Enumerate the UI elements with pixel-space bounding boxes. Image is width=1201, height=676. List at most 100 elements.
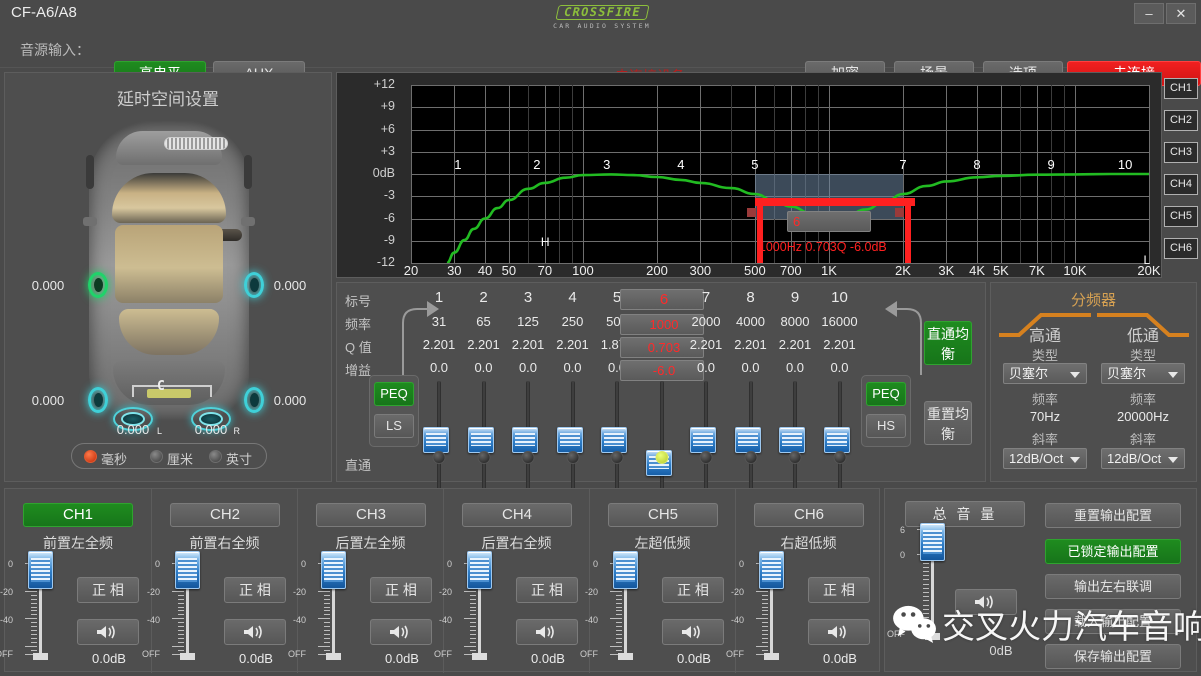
eq-band-marker-4[interactable]: 4 xyxy=(677,157,684,172)
peq-q-4[interactable]: 2.201 xyxy=(550,337,596,352)
peq-freq-1[interactable]: 31 xyxy=(416,314,462,329)
highpass-slope-select[interactable]: 12dB/Oct xyxy=(1003,448,1087,469)
peq-gain-3[interactable]: 0.0 xyxy=(505,360,551,375)
eq-selection-right-handle-bar[interactable] xyxy=(905,198,911,263)
peq-q-3[interactable]: 2.201 xyxy=(505,337,551,352)
peq-bypass-dot-3[interactable] xyxy=(522,451,535,464)
channel-phase-button-ch1[interactable]: 正 相 xyxy=(77,577,139,603)
peq-bypass-dot-1[interactable] xyxy=(433,451,446,464)
peq-gain-9[interactable]: 0.0 xyxy=(772,360,818,375)
channel-select-ch3[interactable]: CH3 xyxy=(316,503,426,527)
eq-channel-tab-ch4[interactable]: CH4 xyxy=(1164,174,1198,195)
peq-q-8[interactable]: 2.201 xyxy=(728,337,774,352)
channel-select-ch6[interactable]: CH6 xyxy=(754,503,864,527)
peq-slider-knob[interactable] xyxy=(468,427,494,453)
peq-left-type-peq-button[interactable]: PEQ xyxy=(374,382,414,406)
channel-phase-button-ch5[interactable]: 正 相 xyxy=(662,577,724,603)
peq-freq-7[interactable]: 2000 xyxy=(683,314,729,329)
peq-slider-knob[interactable] xyxy=(512,427,538,453)
reset-eq-button[interactable]: 重置均衡 xyxy=(924,401,972,445)
channel-gain-knob[interactable] xyxy=(759,551,784,589)
eq-band-marker-3[interactable]: 3 xyxy=(603,157,610,172)
peq-bypass-dot-2[interactable] xyxy=(477,451,490,464)
peq-slider-knob[interactable] xyxy=(824,427,850,453)
peq-slider-knob[interactable] xyxy=(423,427,449,453)
peq-slider-knob[interactable] xyxy=(690,427,716,453)
channel-select-ch1[interactable]: CH1 xyxy=(23,503,133,527)
peq-bypass-dot-5[interactable] xyxy=(611,451,624,464)
peq-gain-2[interactable]: 0.0 xyxy=(461,360,507,375)
peq-gain-8[interactable]: 0.0 xyxy=(728,360,774,375)
eq-band-marker-2[interactable]: 2 xyxy=(533,157,540,172)
peq-bypass-dot-8[interactable] xyxy=(744,451,757,464)
peq-q-9[interactable]: 2.201 xyxy=(772,337,818,352)
peq-gain-7[interactable]: 0.0 xyxy=(683,360,729,375)
channel-select-ch4[interactable]: CH4 xyxy=(462,503,572,527)
channel-mute-button-ch6[interactable] xyxy=(808,619,870,645)
channel-mute-button-ch3[interactable] xyxy=(370,619,432,645)
highpass-freq-value[interactable]: 70Hz xyxy=(997,409,1093,424)
master-volume-knob[interactable] xyxy=(920,523,945,561)
peq-bypass-dot-10[interactable] xyxy=(833,451,846,464)
peq-index-9[interactable]: 9 xyxy=(772,289,818,306)
channel-phase-button-ch6[interactable]: 正 相 xyxy=(808,577,870,603)
peq-index-8[interactable]: 8 xyxy=(728,289,774,306)
channel-select-ch2[interactable]: CH2 xyxy=(170,503,280,527)
peq-left-type-ls-button[interactable]: LS xyxy=(374,414,414,438)
eq-band-marker-7[interactable]: 7 xyxy=(899,157,906,172)
unit-label-cm[interactable]: 厘米 xyxy=(167,449,193,468)
peq-index-4[interactable]: 4 xyxy=(550,289,596,306)
delay-front-left-value[interactable]: 0.000 xyxy=(21,278,75,293)
eq-channel-tab-ch3[interactable]: CH3 xyxy=(1164,142,1198,163)
channel-gain-knob[interactable] xyxy=(321,551,346,589)
peq-freq-8[interactable]: 4000 xyxy=(728,314,774,329)
channel-gain-knob[interactable] xyxy=(613,551,638,589)
channel-phase-button-ch4[interactable]: 正 相 xyxy=(516,577,578,603)
save-output-config-button[interactable]: 保存输出配置 xyxy=(1045,644,1181,669)
peq-q-1[interactable]: 2.201 xyxy=(416,337,462,352)
peq-slider-knob[interactable] xyxy=(735,427,761,453)
channel-gain-knob[interactable] xyxy=(28,551,53,589)
channel-gain-knob[interactable] xyxy=(175,551,200,589)
eq-band-marker-8[interactable]: 8 xyxy=(973,157,980,172)
highpass-type-select[interactable]: 贝塞尔 xyxy=(1003,363,1087,384)
eq-selection-horizontal-bar[interactable] xyxy=(755,198,915,206)
eq-channel-tab-ch6[interactable]: CH6 xyxy=(1164,238,1198,259)
peq-slider-knob[interactable] xyxy=(601,427,627,453)
channel-mute-button-ch1[interactable] xyxy=(77,619,139,645)
speaker-rear-left-icon[interactable] xyxy=(85,385,111,415)
peq-bypass-dot-4[interactable] xyxy=(566,451,579,464)
peq-right-type-hs-button[interactable]: HS xyxy=(866,414,906,438)
channel-gain-knob[interactable] xyxy=(467,551,492,589)
channel-phase-button-ch2[interactable]: 正 相 xyxy=(224,577,286,603)
unit-label-ms[interactable]: 毫秒 xyxy=(101,449,127,468)
peq-freq-9[interactable]: 8000 xyxy=(772,314,818,329)
delay-front-right-value[interactable]: 0.000 xyxy=(263,278,317,293)
peq-bypass-dot-7[interactable] xyxy=(700,451,713,464)
peq-index-3[interactable]: 3 xyxy=(505,289,551,306)
channel-mute-button-ch5[interactable] xyxy=(662,619,724,645)
unit-radio-cm[interactable] xyxy=(150,450,163,463)
channel-phase-button-ch3[interactable]: 正 相 xyxy=(370,577,432,603)
eq-q-handle-left[interactable] xyxy=(747,208,756,217)
peq-freq-3[interactable]: 125 xyxy=(505,314,551,329)
peq-bypass-dot-9[interactable] xyxy=(789,451,802,464)
unit-label-inch[interactable]: 英寸 xyxy=(226,449,252,468)
load-output-config-button[interactable]: 载入输出配置 xyxy=(1045,609,1181,634)
lowpass-slope-select[interactable]: 12dB/Oct xyxy=(1101,448,1185,469)
eq-channel-tab-ch1[interactable]: CH1 xyxy=(1164,78,1198,99)
peq-q-10[interactable]: 2.201 xyxy=(817,337,863,352)
minimize-button[interactable]: – xyxy=(1134,3,1164,24)
eq-band-marker-1[interactable]: 1 xyxy=(454,157,461,172)
peq-bypass-dot-6[interactable] xyxy=(655,451,668,464)
eq-q-handle-right[interactable] xyxy=(895,208,904,217)
delay-rear-left-value[interactable]: 0.000 xyxy=(21,393,75,408)
peq-gain-10[interactable]: 0.0 xyxy=(817,360,863,375)
peq-slider-knob[interactable] xyxy=(557,427,583,453)
peq-freq-2[interactable]: 65 xyxy=(461,314,507,329)
eq-band-marker-10[interactable]: 10 xyxy=(1118,157,1132,172)
peq-index-10[interactable]: 10 xyxy=(817,289,863,306)
eq-plot-area[interactable]: 12345678910 1000Hz 0.703Q -6.0dB H L xyxy=(411,85,1149,263)
peq-gain-4[interactable]: 0.0 xyxy=(550,360,596,375)
lock-output-config-button[interactable]: 已锁定输出配置 xyxy=(1045,539,1181,564)
